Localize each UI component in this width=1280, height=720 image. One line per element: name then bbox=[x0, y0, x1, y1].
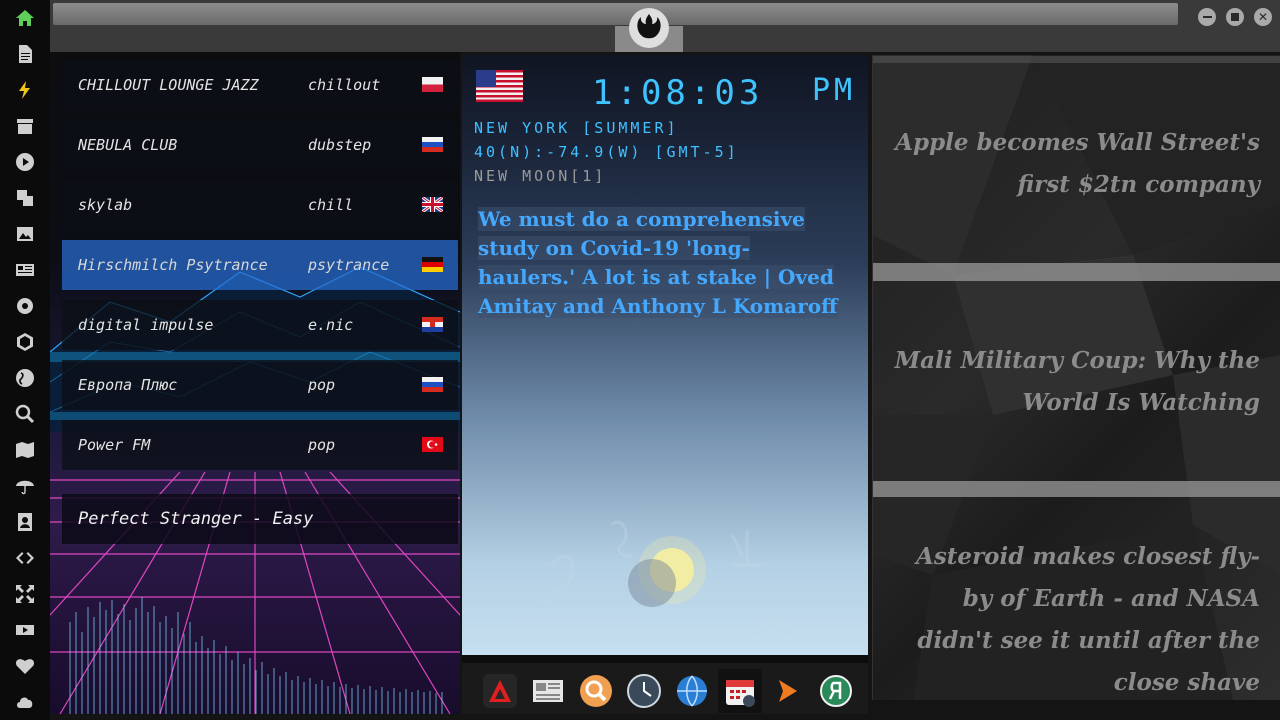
station-name: Европа Плюс bbox=[78, 376, 178, 394]
station-name: Power FM bbox=[78, 436, 151, 454]
code-icon[interactable] bbox=[14, 547, 36, 569]
play-arrow-icon[interactable] bbox=[766, 669, 810, 713]
croatia-flag-icon bbox=[422, 317, 443, 332]
maximize-button[interactable] bbox=[1226, 8, 1244, 26]
station-genre: dubstep bbox=[308, 136, 372, 154]
station-genre: psytrance bbox=[308, 256, 390, 274]
clock-panel: 1:08:03 PM NEW YORK [SUMMER] 40(N):-74.9… bbox=[462, 55, 868, 655]
station-row[interactable]: NEBULA CLUB dubstep bbox=[62, 120, 458, 170]
image-icon[interactable] bbox=[14, 223, 36, 245]
station-genre: chillout bbox=[308, 76, 381, 94]
clock-ampm: PM bbox=[812, 73, 857, 108]
audio-visualizer bbox=[69, 597, 443, 714]
news-headline[interactable]: Asteroid makes closest fly-by of Earth -… bbox=[890, 536, 1260, 700]
station-row[interactable]: CHILLOUT LOUNGE JAZZ chillout bbox=[62, 60, 458, 110]
yandex-icon[interactable] bbox=[814, 669, 858, 713]
station-name: NEBULA CLUB bbox=[78, 136, 178, 154]
archive-icon[interactable] bbox=[14, 115, 36, 137]
minimize-button[interactable] bbox=[1198, 8, 1216, 26]
globe-icon[interactable] bbox=[14, 367, 36, 389]
clock-headline[interactable]: We must do a comprehensive study on Covi… bbox=[478, 205, 842, 321]
hexagon-network-icon[interactable] bbox=[14, 331, 36, 353]
station-row[interactable]: Power FM pop bbox=[62, 420, 458, 470]
station-name: skylab bbox=[78, 196, 133, 214]
clock-app-icon[interactable] bbox=[622, 669, 666, 713]
clock-headline-text: We must do a comprehensive study on Covi… bbox=[478, 207, 838, 318]
russia-flag-icon bbox=[422, 377, 443, 392]
news-panel: Apple becomes Wall Street's first $2tn c… bbox=[872, 55, 1280, 700]
germany-flag-icon bbox=[422, 257, 443, 272]
station-genre: pop bbox=[308, 376, 336, 394]
sidebar bbox=[0, 0, 50, 720]
station-row[interactable]: skylab chill bbox=[62, 180, 458, 230]
top-address-strip[interactable] bbox=[53, 3, 1178, 25]
map-icon[interactable] bbox=[14, 439, 36, 461]
zodiac-sun-decoration bbox=[542, 521, 786, 644]
desktop-app: ✕ CHILLOUT LOUNGE JAZZ chillout NEBULA C… bbox=[0, 0, 1280, 720]
clock-time: 1:08:03 bbox=[592, 73, 764, 113]
radio-panel: CHILLOUT LOUNGE JAZZ chillout NEBULA CLU… bbox=[50, 52, 460, 714]
news-headline[interactable]: Mali Military Coup: Why the World Is Wat… bbox=[890, 340, 1260, 424]
station-name: Hirschmilch Psytrance bbox=[78, 256, 268, 274]
web-browser-icon[interactable] bbox=[670, 669, 714, 713]
heart-icon[interactable] bbox=[14, 655, 36, 677]
search-icon[interactable] bbox=[14, 403, 36, 425]
poland-flag-icon bbox=[422, 77, 443, 92]
clock-coordinates: 40(N):-74.9(W) [GMT-5] bbox=[474, 143, 739, 161]
now-playing-track: Perfect Stranger - Easy bbox=[62, 494, 458, 544]
turkey-flag-icon bbox=[422, 437, 443, 452]
app-dock bbox=[462, 655, 868, 714]
station-genre: chill bbox=[308, 196, 354, 214]
translate-icon[interactable] bbox=[14, 187, 36, 209]
news-icon[interactable] bbox=[14, 259, 36, 281]
settings-gear-icon[interactable] bbox=[14, 295, 36, 317]
rebel-alliance-logo-icon[interactable] bbox=[629, 8, 669, 48]
contact-card-icon[interactable] bbox=[14, 511, 36, 533]
document-icon[interactable] bbox=[14, 43, 36, 65]
news-reader-icon[interactable] bbox=[526, 669, 570, 713]
youtube-icon[interactable] bbox=[14, 619, 36, 641]
cloud-icon[interactable] bbox=[14, 691, 36, 713]
russia-flag-icon bbox=[422, 137, 443, 152]
magnifier-app-icon[interactable] bbox=[574, 669, 618, 713]
lightning-icon[interactable] bbox=[14, 79, 36, 101]
adobe-reader-icon[interactable] bbox=[478, 669, 522, 713]
expand-icon[interactable] bbox=[14, 583, 36, 605]
station-row-active[interactable]: Hirschmilch Psytrance psytrance bbox=[62, 240, 458, 290]
station-genre: e.nic bbox=[308, 316, 354, 334]
calendar-app-icon[interactable] bbox=[718, 669, 762, 713]
station-row[interactable]: Европа Плюс pop bbox=[62, 360, 458, 410]
station-row[interactable]: digital impulse e.nic bbox=[62, 300, 458, 350]
close-button[interactable]: ✕ bbox=[1254, 8, 1272, 26]
top-bar: ✕ bbox=[50, 0, 1280, 52]
uk-flag-icon bbox=[422, 197, 443, 212]
station-genre: pop bbox=[308, 436, 336, 454]
us-flag-icon bbox=[476, 70, 523, 102]
news-headline[interactable]: Apple becomes Wall Street's first $2tn c… bbox=[890, 122, 1260, 206]
station-name: digital impulse bbox=[78, 316, 214, 334]
home-icon[interactable] bbox=[14, 7, 36, 29]
umbrella-icon[interactable] bbox=[14, 475, 36, 497]
moon-phase: NEW MOON[1] bbox=[474, 167, 607, 185]
play-icon[interactable] bbox=[14, 151, 36, 173]
station-name: CHILLOUT LOUNGE JAZZ bbox=[78, 76, 259, 94]
clock-location: NEW YORK [SUMMER] bbox=[474, 119, 679, 137]
